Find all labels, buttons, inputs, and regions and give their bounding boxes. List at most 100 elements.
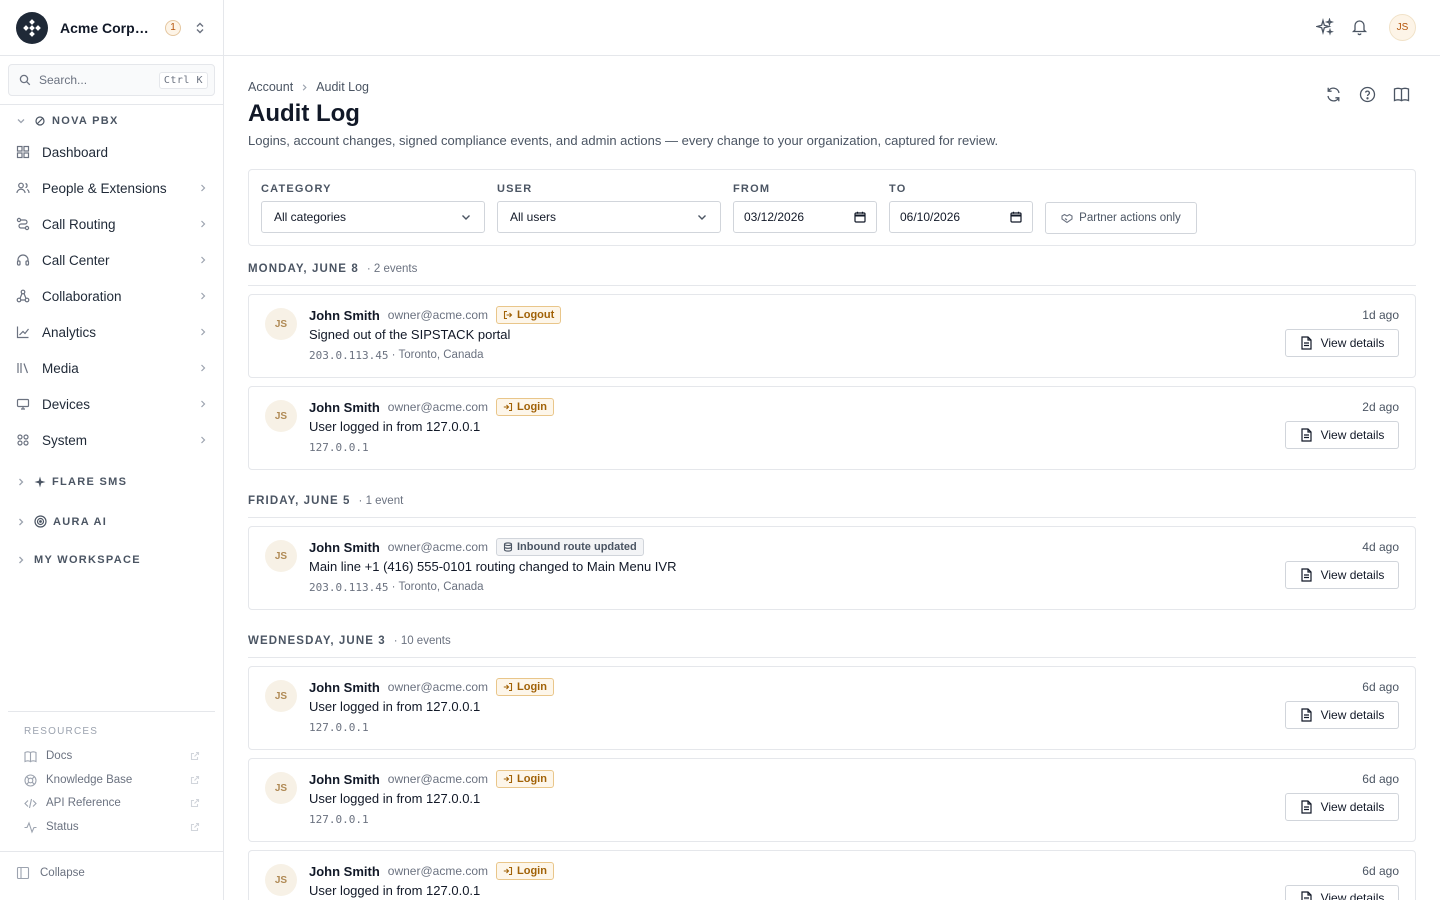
event-type-badge: Login xyxy=(496,398,554,416)
event-meta: 127.0.0.1 xyxy=(309,441,369,454)
badge-label: Login xyxy=(517,681,547,693)
chevron-right-icon xyxy=(198,327,208,337)
day-group-header: MONDAY, JUNE 8 · 2 events xyxy=(248,263,1416,275)
event-type-badge: Logout xyxy=(496,306,562,324)
chevron-down-icon xyxy=(696,211,708,223)
event-user: John Smith xyxy=(309,399,380,415)
phone-icon xyxy=(34,115,46,127)
nav-label: Call Routing xyxy=(42,216,116,232)
help-icon[interactable] xyxy=(1359,86,1376,103)
collapse-label: Collapse xyxy=(40,867,85,879)
event-email: owner@acme.com xyxy=(387,308,488,322)
activity-icon xyxy=(24,820,38,834)
resource-api-reference[interactable]: API Reference xyxy=(24,793,200,813)
event-user: John Smith xyxy=(309,307,380,323)
divider xyxy=(0,104,223,105)
view-details-button[interactable]: View details xyxy=(1285,329,1399,357)
user-value: All users xyxy=(510,210,557,224)
target-icon xyxy=(34,515,47,528)
section-nova-pbx[interactable]: NOVA PBX xyxy=(16,115,119,127)
section-my-workspace[interactable]: MY WORKSPACE xyxy=(16,554,141,566)
section-flare-sms[interactable]: FLARE SMS xyxy=(16,476,127,488)
chevron-right-icon xyxy=(16,477,28,487)
nav-item-devices[interactable]: Devices xyxy=(16,388,208,420)
event-ip: 203.0.113.45 xyxy=(309,349,389,362)
section-aura-ai[interactable]: AURA AI xyxy=(16,515,107,528)
chevron-right-icon xyxy=(16,555,28,565)
from-date-label: FROM xyxy=(733,183,771,195)
user-select[interactable]: All users xyxy=(497,201,721,233)
user-avatar: JS xyxy=(265,680,297,712)
event-meta: 203.0.113.45 · Toronto, Canada xyxy=(309,349,484,362)
bell-icon[interactable] xyxy=(1351,18,1368,36)
badge-label: Login xyxy=(517,773,547,785)
audit-event: JS John Smith owner@acme.com Inbound rou… xyxy=(248,526,1416,610)
chevron-right-icon xyxy=(198,363,208,373)
resource-label: Knowledge Base xyxy=(46,774,133,786)
to-date-label: TO xyxy=(889,183,907,195)
nav-item-call-center[interactable]: Call Center xyxy=(16,244,208,276)
chevron-right-icon xyxy=(16,517,28,527)
document-icon xyxy=(1300,708,1313,722)
nav-item-people-extensions[interactable]: People & Extensions xyxy=(16,172,208,204)
event-type-badge: Login xyxy=(496,770,554,788)
chevron-down-icon xyxy=(16,116,28,126)
view-details-button[interactable]: View details xyxy=(1285,793,1399,821)
view-details-label: View details xyxy=(1320,428,1385,442)
nav-item-dashboard[interactable]: Dashboard xyxy=(16,136,208,168)
org-logo xyxy=(16,11,48,44)
document-icon xyxy=(1300,568,1313,582)
search-input[interactable]: Search... Ctrl K xyxy=(8,64,215,96)
event-ip: 127.0.0.1 xyxy=(309,721,369,734)
collapse-sidebar-button[interactable]: Collapse xyxy=(16,866,85,880)
view-details-button[interactable]: View details xyxy=(1285,421,1399,449)
section-label: NOVA PBX xyxy=(52,115,119,127)
refresh-icon[interactable] xyxy=(1325,86,1342,103)
divider xyxy=(0,851,223,852)
logout-icon xyxy=(503,310,513,320)
resource-status[interactable]: Status xyxy=(24,817,200,837)
event-type-badge: Login xyxy=(496,862,554,880)
nav-label: System xyxy=(42,432,88,448)
lifebuoy-icon xyxy=(24,773,38,787)
nav-item-system[interactable]: System xyxy=(16,424,208,456)
org-switcher[interactable]: Acme Corporation 1 xyxy=(0,0,223,56)
sparkle-icon xyxy=(34,476,46,488)
nav-item-call-routing[interactable]: Call Routing xyxy=(16,208,208,240)
nav-item-media[interactable]: Media xyxy=(16,352,208,384)
chevron-up-down-icon[interactable] xyxy=(193,21,207,35)
nav-item-analytics[interactable]: Analytics xyxy=(16,316,208,348)
view-details-label: View details xyxy=(1320,568,1385,582)
resource-knowledge-base[interactable]: Knowledge Base xyxy=(24,770,200,790)
event-location: · Toronto, Canada xyxy=(388,349,484,361)
category-filter-label: CATEGORY xyxy=(261,183,332,195)
nav-label: Call Center xyxy=(42,252,110,268)
view-details-button[interactable]: View details xyxy=(1285,701,1399,729)
sparkles-icon[interactable] xyxy=(1316,18,1334,36)
login-icon xyxy=(503,682,513,692)
to-date-input[interactable]: 06/10/2026 xyxy=(889,201,1033,233)
from-date-input[interactable]: 03/12/2026 xyxy=(733,201,877,233)
view-details-button[interactable]: View details xyxy=(1285,561,1399,589)
event-user: John Smith xyxy=(309,863,380,879)
nav-item-collaboration[interactable]: Collaboration xyxy=(16,280,208,312)
user-avatar[interactable]: JS xyxy=(1389,14,1416,41)
partner-actions-toggle[interactable]: Partner actions only xyxy=(1045,202,1197,234)
app: Acme Corporation 1 Search... Ctrl K NOVA… xyxy=(0,0,1440,900)
day-label: MONDAY, JUNE 8 xyxy=(248,263,359,275)
view-details-button[interactable]: View details xyxy=(1285,885,1399,900)
audit-event: JS John Smith owner@acme.com Logout Sign… xyxy=(248,294,1416,378)
resource-docs[interactable]: Docs xyxy=(24,746,200,766)
chevron-down-icon xyxy=(460,211,472,223)
resources-title: RESOURCES xyxy=(24,726,99,737)
day-group-header: WEDNESDAY, JUNE 3 · 10 events xyxy=(248,635,1416,647)
book-open-icon[interactable] xyxy=(1393,86,1410,103)
event-action: User logged in from 127.0.0.1 xyxy=(309,791,481,806)
breadcrumb-account[interactable]: Account xyxy=(248,80,293,94)
event-location: · Toronto, Canada xyxy=(388,581,484,593)
login-icon xyxy=(503,402,513,412)
chevron-right-icon xyxy=(198,291,208,301)
document-icon xyxy=(1300,891,1313,900)
category-select[interactable]: All categories xyxy=(261,201,485,233)
external-link-icon xyxy=(190,798,200,808)
